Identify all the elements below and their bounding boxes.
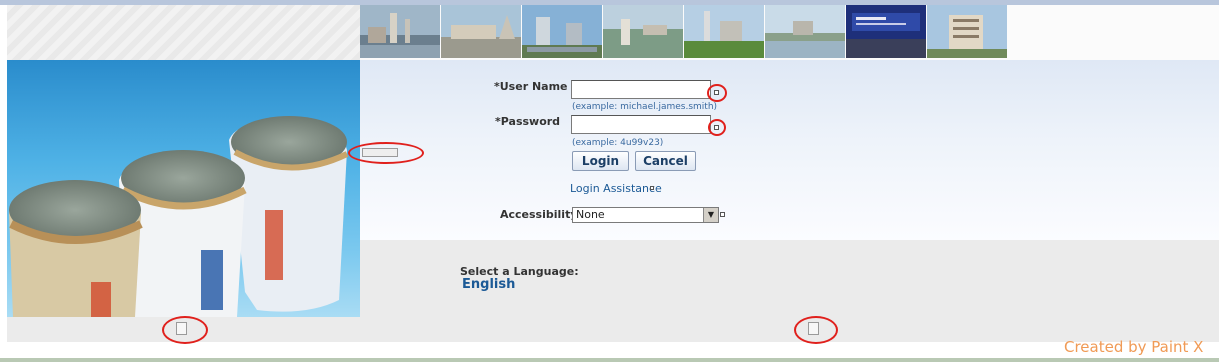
username-input[interactable] <box>571 80 711 99</box>
assistance-icon <box>650 186 654 190</box>
password-hint: (example: 4u99v23) <box>572 138 664 148</box>
annotation-circle <box>162 316 208 344</box>
username-hint: (example: michael.james.smith) <box>572 102 718 112</box>
plant-entrance-photo <box>441 5 521 58</box>
broken-image-placeholder <box>362 148 398 157</box>
annotation-circle <box>794 316 838 344</box>
annotation-circle <box>708 119 726 136</box>
annotation-circle <box>707 84 727 102</box>
factory-chimney-photo <box>684 5 764 58</box>
password-input[interactable] <box>571 115 711 134</box>
watermark-text: Created by Paint X <box>1064 338 1204 356</box>
password-label: *Password <box>495 115 561 128</box>
login-assistance-link[interactable]: Login Assistance <box>570 182 662 195</box>
username-label: *User Name <box>494 80 568 93</box>
login-form-panel <box>360 60 1219 240</box>
header-pattern <box>7 5 360 60</box>
bottom-border <box>0 358 1219 362</box>
chevron-down-icon[interactable]: ▼ <box>703 208 718 222</box>
accessibility-help-icon <box>720 212 725 217</box>
language-english-link[interactable]: English <box>462 277 515 292</box>
hotel-building-photo <box>927 5 1007 58</box>
accessibility-select[interactable]: None ▼ <box>572 207 719 223</box>
aerial-plant-photo <box>603 5 683 58</box>
accessibility-value: None <box>576 208 605 221</box>
city-buildings-photo <box>522 5 602 58</box>
cement-bags-hero-image <box>7 60 360 317</box>
accessibility-label: Accessibility <box>500 208 578 221</box>
river-plant-photo <box>765 5 845 58</box>
cement-plant-photo <box>360 5 440 58</box>
company-banner-photo <box>846 5 926 58</box>
login-button[interactable]: Login <box>572 151 629 171</box>
cancel-button[interactable]: Cancel <box>635 151 696 171</box>
